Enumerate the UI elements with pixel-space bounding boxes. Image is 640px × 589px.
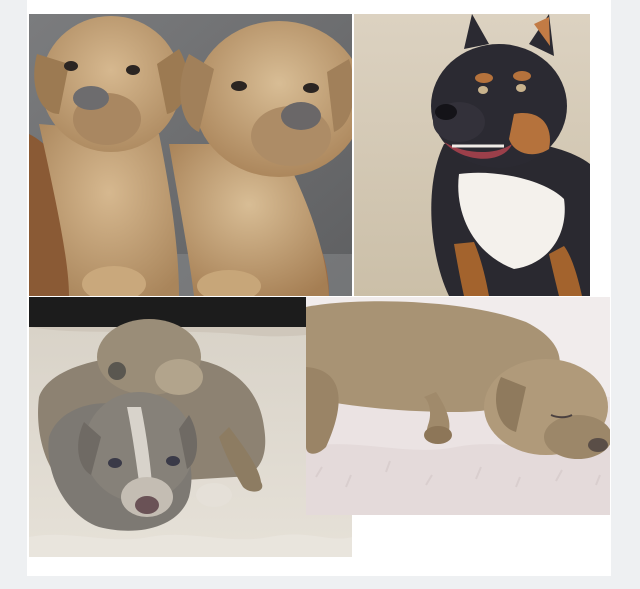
two-tan-puppies-image xyxy=(29,14,352,296)
photo-two-tan-puppies[interactable] xyxy=(29,14,352,296)
photo-tricolor-bully-dog[interactable] xyxy=(354,14,590,296)
tricolor-bully-dog-image xyxy=(354,14,590,296)
photo-sleeping-puppy[interactable] xyxy=(306,297,610,515)
photo-two-blue-puppies[interactable] xyxy=(29,297,352,557)
two-blue-puppies-image xyxy=(29,297,352,557)
sleeping-puppy-image xyxy=(306,297,610,515)
